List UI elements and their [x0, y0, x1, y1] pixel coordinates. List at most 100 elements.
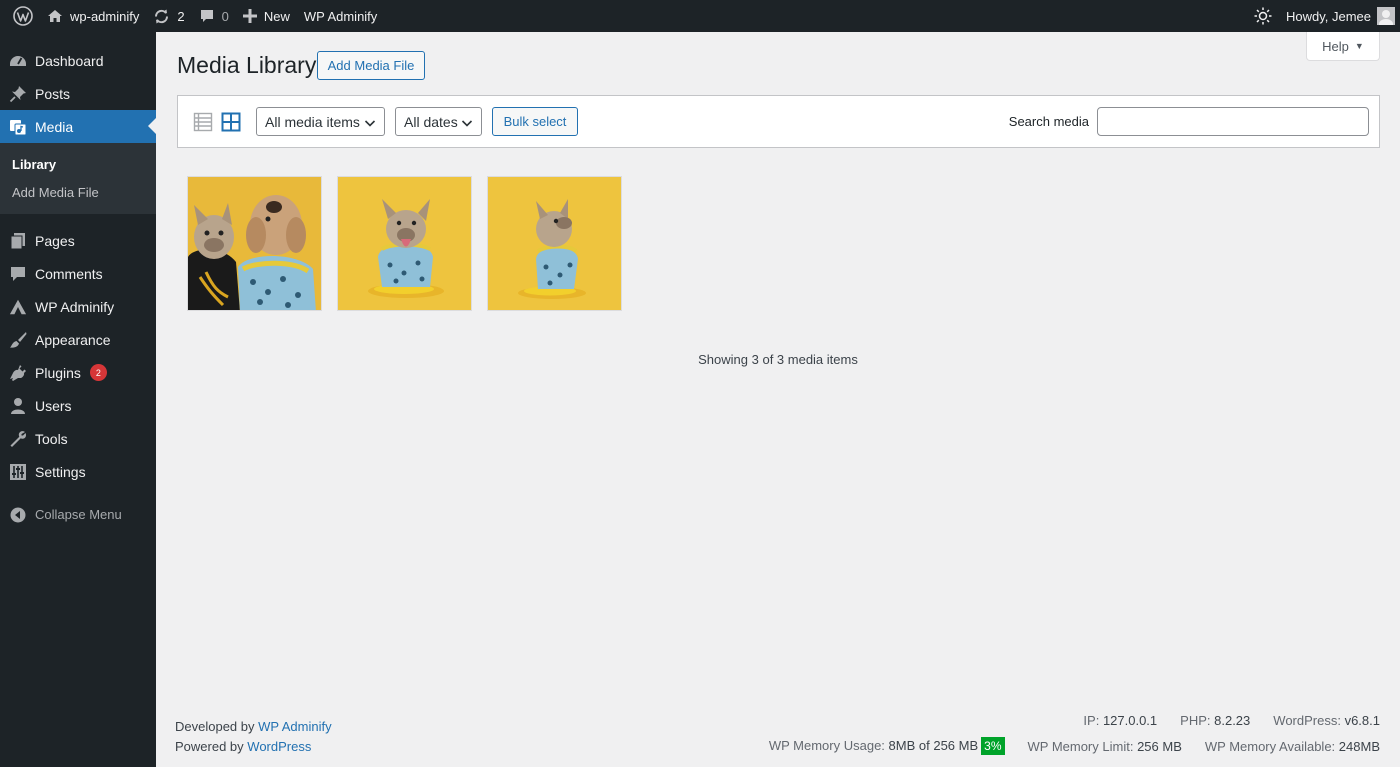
php-info: PHP: 8.2.23: [1180, 713, 1250, 728]
media-type-filter-select[interactable]: All media items: [256, 107, 385, 136]
media-thumbnail[interactable]: [337, 176, 472, 311]
new-content-link[interactable]: New: [236, 0, 297, 32]
date-filter-value: All dates: [404, 113, 458, 130]
sidebar-item-label: Users: [35, 397, 72, 414]
page-title: Media Library: [177, 52, 317, 78]
grid-view-icon[interactable]: [221, 112, 241, 132]
pages-icon: [9, 232, 27, 250]
sidebar-item-label: Appearance: [35, 331, 111, 348]
account-menu[interactable]: Howdy, Jemee: [1279, 0, 1400, 32]
developed-by-text: Developed by: [175, 719, 255, 734]
caret-down-icon: ▼: [1354, 41, 1364, 51]
plus-icon: [242, 9, 257, 23]
memory-limit-value: 256 MB: [1137, 738, 1182, 754]
add-media-file-button[interactable]: Add Media File: [317, 51, 425, 80]
help-tab-button[interactable]: Help ▼: [1306, 32, 1380, 61]
search-media-label: Search media: [1008, 114, 1089, 129]
collapse-arrow-icon: [9, 506, 27, 524]
comments-link[interactable]: 0: [192, 0, 236, 32]
new-label: New: [263, 8, 290, 24]
wp-version-value: v6.8.1: [1344, 713, 1380, 728]
updates-link[interactable]: 2: [146, 0, 191, 32]
sidebar-item-users[interactable]: Users: [0, 389, 156, 422]
sidebar-item-posts[interactable]: Posts: [0, 77, 156, 110]
sidebar-item-pages[interactable]: Pages: [0, 224, 156, 257]
sidebar-item-settings[interactable]: Settings: [0, 455, 156, 488]
list-view-icon[interactable]: [193, 112, 213, 132]
adminify-icon: [9, 298, 27, 316]
sidebar-item-label: Comments: [35, 265, 103, 282]
sidebar-item-label: Dashboard: [35, 52, 104, 69]
sidebar-item-comments[interactable]: Comments: [0, 257, 156, 290]
memory-available-label: WP Memory Available:: [1204, 738, 1336, 754]
main-content: Help ▼ Media Library Add Media File All …: [156, 32, 1400, 767]
site-name: wp-adminify: [70, 8, 140, 24]
sidebar-item-media[interactable]: Media: [0, 110, 156, 143]
admin-sidebar: Dashboard Posts Media Library Add Media …: [0, 32, 156, 767]
powered-by-text: Powered by: [175, 739, 244, 754]
sidebar-item-plugins[interactable]: Plugins 2: [0, 356, 156, 389]
updates-count: 2: [177, 8, 185, 24]
bulk-select-button[interactable]: Bulk select: [492, 107, 578, 136]
refresh-icon: [153, 8, 170, 25]
collapse-menu-label: Collapse Menu: [35, 507, 122, 522]
search-media-input[interactable]: [1097, 107, 1369, 136]
comment-icon: [9, 265, 27, 283]
sidebar-item-tools[interactable]: Tools: [0, 422, 156, 455]
memory-available-info: WP Memory Available: 248MB: [1205, 739, 1380, 754]
admin-bar: wp-adminify 2 0 New WP Adminify Howdy, J…: [0, 0, 1400, 32]
sidebar-item-wp-adminify[interactable]: WP Adminify: [0, 290, 156, 323]
sidebar-item-label: Media: [35, 118, 74, 135]
wrench-icon: [9, 430, 27, 448]
memory-available-value: 248MB: [1338, 738, 1380, 754]
submenu-library[interactable]: Library: [0, 150, 156, 178]
settings-icon: [9, 463, 27, 481]
avatar: [1377, 7, 1395, 25]
sidebar-item-label: Tools: [35, 430, 68, 447]
chevron-down-icon: [364, 116, 376, 132]
sidebar-item-dashboard[interactable]: Dashboard: [0, 44, 156, 77]
memory-usage-label: WP Memory Usage:: [768, 738, 885, 753]
media-count-text: Showing 3 of 3 media items: [698, 352, 858, 367]
memory-limit-info: WP Memory Limit: 256 MB: [1028, 739, 1182, 754]
footer-credits: Developed by WP Adminify Powered by Word…: [175, 717, 332, 757]
help-label: Help: [1322, 38, 1349, 54]
memory-usage-percent-badge: 3%: [981, 737, 1005, 755]
theme-toggle-sun-icon[interactable]: [1247, 0, 1279, 32]
wordpress-version-info: WordPress: v6.8.1: [1273, 713, 1380, 728]
ip-info: IP: 127.0.0.1: [1083, 713, 1157, 728]
collapse-menu-button[interactable]: Collapse Menu: [0, 498, 156, 531]
adminify-label: WP Adminify: [303, 8, 378, 24]
adminify-link[interactable]: WP Adminify: [297, 0, 384, 32]
sidebar-item-label: Posts: [35, 85, 71, 102]
media-icon: [9, 118, 27, 136]
php-label: PHP:: [1180, 713, 1211, 728]
media-thumbnail[interactable]: [187, 176, 322, 311]
image-two-dogs: [188, 177, 321, 310]
home-icon: [47, 8, 63, 24]
comments-count: 0: [221, 8, 229, 24]
dashboard-icon: [9, 52, 27, 70]
greeting: Howdy, Jemee: [1285, 8, 1371, 24]
sidebar-item-label: Plugins: [35, 364, 81, 381]
wp-adminify-link[interactable]: WP Adminify: [258, 719, 331, 734]
brush-icon: [9, 331, 27, 349]
wordpress-logo-icon[interactable]: [6, 0, 40, 32]
ip-value: 127.0.0.1: [1102, 713, 1158, 728]
plugin-icon: [9, 364, 27, 382]
wordpress-link[interactable]: WordPress: [247, 739, 311, 754]
site-name-link[interactable]: wp-adminify: [40, 0, 146, 32]
media-thumbnail[interactable]: [487, 176, 622, 311]
date-filter-select[interactable]: All dates: [395, 107, 482, 136]
sidebar-item-label: Pages: [35, 232, 75, 249]
wp-version-label: WordPress:: [1273, 713, 1341, 728]
media-type-filter-value: All media items: [265, 113, 360, 130]
plugins-update-badge: 2: [89, 364, 107, 381]
php-value: 8.2.23: [1214, 713, 1251, 728]
image-bulldog-side: [488, 177, 621, 310]
memory-info: WP Memory Usage: 8MB of 256 MB 3% WP Memo…: [746, 737, 1380, 755]
submenu-add-media-file[interactable]: Add Media File: [0, 178, 156, 206]
pin-icon: [9, 85, 27, 103]
media-toolbar: All media items All dates Bulk select Se…: [177, 95, 1380, 148]
sidebar-item-appearance[interactable]: Appearance: [0, 323, 156, 356]
